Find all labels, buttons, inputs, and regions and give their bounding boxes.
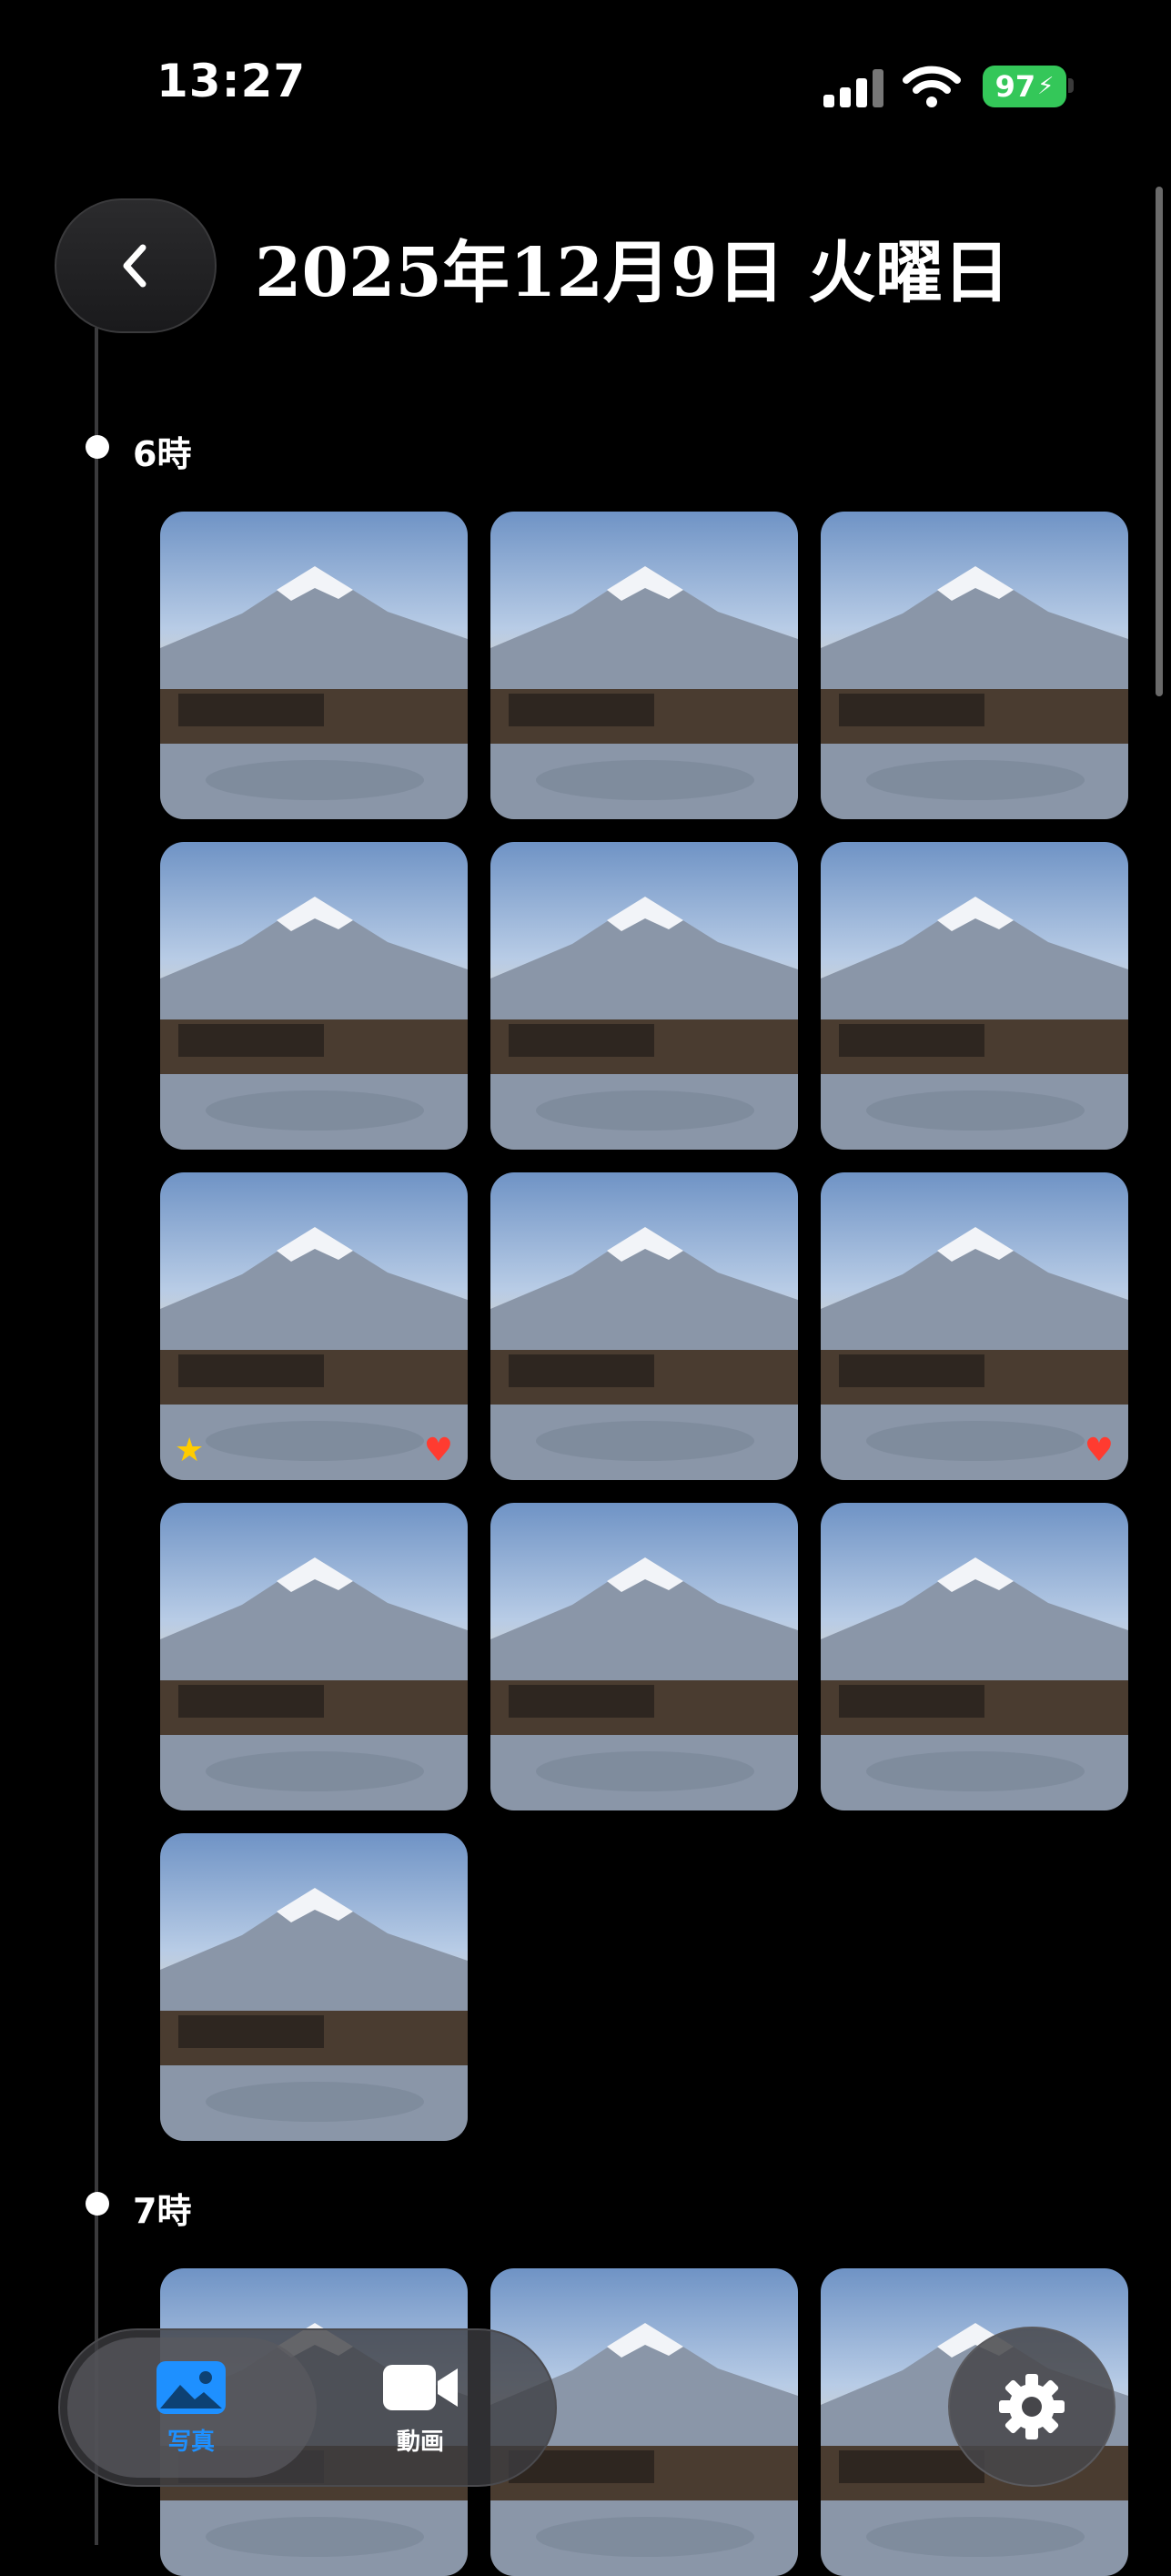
- photo-image: [160, 1888, 468, 2141]
- tab-videos-label: 動画: [396, 2429, 444, 2456]
- photo-thumbnail[interactable]: [490, 512, 798, 819]
- signal-icon: [823, 67, 883, 107]
- battery-level: 97: [994, 69, 1036, 104]
- photo-thumbnail[interactable]: [821, 512, 1128, 819]
- photo-thumbnail[interactable]: [490, 1172, 798, 1480]
- timeline-dot: [86, 2192, 109, 2216]
- photo-image: [821, 897, 1128, 1150]
- gear-icon: [999, 2374, 1065, 2439]
- heart-icon: ♥: [423, 1432, 453, 1469]
- photo-thumbnail[interactable]: [160, 1503, 468, 1810]
- tab-videos[interactable]: 動画: [329, 2359, 511, 2457]
- scrollbar[interactable]: [1156, 187, 1163, 696]
- photo-thumbnail[interactable]: [160, 1833, 468, 2141]
- photo-image: [490, 1227, 798, 1480]
- photo-thumbnail[interactable]: ★ ♥: [160, 1172, 468, 1480]
- photo-image: [821, 1227, 1128, 1480]
- charging-icon: ⚡: [1037, 73, 1055, 100]
- heart-icon: ♥: [1084, 1432, 1114, 1469]
- photo-thumbnail[interactable]: [160, 842, 468, 1150]
- star-icon: ★: [175, 1432, 205, 1469]
- status-time: 13:27: [156, 55, 307, 107]
- photo-image: [821, 566, 1128, 819]
- timeline-dot: [86, 435, 109, 459]
- battery-indicator: 97 ⚡: [983, 66, 1066, 107]
- page-title: 2025年12月9日 火曜日: [255, 234, 1011, 312]
- video-camera-icon: [383, 2365, 458, 2410]
- photo-image: [821, 1557, 1128, 1810]
- photo-thumbnail[interactable]: [490, 1503, 798, 1810]
- photo-image: [160, 566, 468, 819]
- photo-image: [490, 1557, 798, 1810]
- photo-thumbnail[interactable]: [821, 842, 1128, 1150]
- tab-photos-label: 写真: [167, 2429, 215, 2456]
- photo-thumbnail[interactable]: [821, 1503, 1128, 1810]
- photo-thumbnail[interactable]: [490, 842, 798, 1150]
- section-hour-label: 6時: [133, 434, 192, 474]
- battery-cap: [1068, 78, 1074, 93]
- photo-thumbnail[interactable]: [160, 512, 468, 819]
- photo-thumbnail[interactable]: ♥: [821, 1172, 1128, 1480]
- section-hour-label: 7時: [133, 2191, 192, 2231]
- settings-button[interactable]: [948, 2327, 1115, 2487]
- photo-image: [160, 1227, 468, 1480]
- photo-icon: [156, 2361, 226, 2414]
- photo-image: [490, 897, 798, 1150]
- tab-photos[interactable]: 写真: [100, 2359, 282, 2457]
- back-button[interactable]: [55, 198, 217, 333]
- chevron-left-icon: [123, 244, 146, 288]
- wifi-icon: [903, 66, 961, 107]
- photo-image: [160, 897, 468, 1150]
- photo-image: [160, 1557, 468, 1810]
- photo-image: [490, 566, 798, 819]
